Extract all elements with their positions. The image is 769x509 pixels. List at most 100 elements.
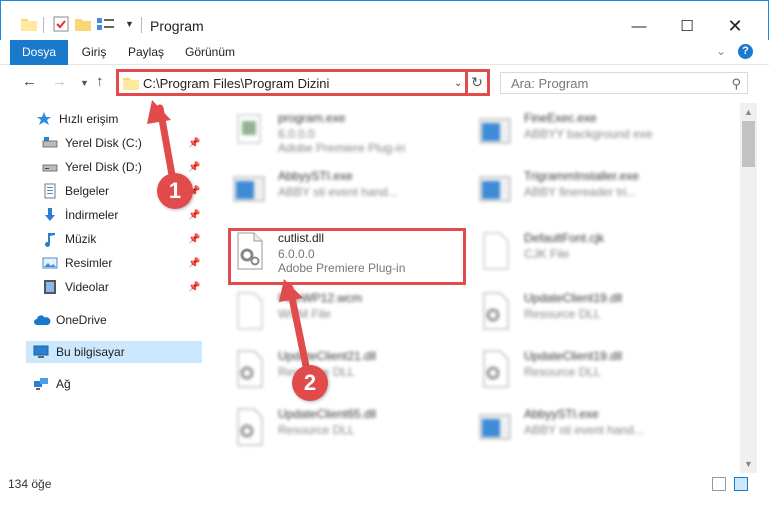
file-name: UpdateClient19.dll (524, 291, 623, 305)
scroll-up-icon[interactable]: ▲ (744, 107, 753, 117)
help-icon[interactable]: ? (738, 44, 753, 59)
dll-file-icon (478, 349, 512, 389)
list-item[interactable]: program.exe 6.0.0.0 Adobe Premiere Plug-… (232, 107, 472, 161)
pin-icon[interactable]: 📌 (188, 258, 200, 269)
scroll-down-icon[interactable]: ▼ (744, 459, 753, 469)
quick-access-toolbar-icon[interactable] (97, 15, 115, 33)
music-icon (42, 231, 58, 247)
sidebar-item-label: Yerel Disk (D:) (65, 160, 142, 174)
file-description: CJK File (524, 247, 570, 261)
sidebar-item-label: Hızlı erişim (59, 112, 119, 126)
list-item[interactable]: FineWP12.wcm WCM File (232, 287, 472, 341)
sidebar-item-downloads[interactable]: İndirmeler (42, 204, 118, 226)
scrollbar-thumb[interactable] (742, 121, 755, 167)
star-icon (36, 111, 52, 127)
ribbon-tabs: Dosya Giriş Paylaş Görünüm ⌄ ? (0, 40, 769, 65)
folder-icon (21, 15, 37, 33)
details-view-icon[interactable] (712, 477, 726, 491)
window-title: Program (150, 18, 204, 34)
list-item[interactable]: UpdateClient19.dll Resource DLL (478, 345, 718, 399)
new-folder-icon[interactable] (75, 15, 91, 33)
expand-ribbon-chevron-icon[interactable]: ⌄ (716, 44, 726, 58)
tab-share[interactable]: Paylaş (126, 40, 166, 65)
sidebar-item-label: Videolar (65, 280, 109, 294)
exe-file-icon (478, 169, 512, 209)
file-description: Adobe Premiere Plug-in (278, 141, 406, 155)
list-item[interactable]: AbbyySTI.exe ABBY sti event hand... (478, 403, 718, 457)
exe-file-icon (232, 111, 266, 151)
search-input[interactable]: Ara: Program (511, 76, 588, 91)
exe-file-icon (232, 169, 266, 209)
pin-icon[interactable]: 📌 (188, 138, 200, 149)
title-bar: ▼ Program — ☐ ✕ (0, 0, 769, 40)
address-bar[interactable]: C:\Program Files\Program Dizini ⌄ (116, 69, 468, 96)
address-history-chevron-icon[interactable]: ⌄ (454, 78, 462, 89)
sidebar-item-label: Ağ (56, 377, 71, 391)
step-badge-1: 1 (157, 173, 193, 209)
file-name: AbbyySTI.exe (524, 407, 599, 421)
file-name: UpdateClient19.dll (524, 349, 623, 363)
sidebar-item-network[interactable]: Ağ (33, 373, 71, 395)
up-arrow-icon[interactable]: ↑ (96, 73, 104, 90)
pin-icon[interactable]: 📌 (188, 210, 200, 221)
tab-home[interactable]: Giriş (78, 40, 110, 65)
list-item[interactable]: UpdateClient65.dll Resource DLL (232, 403, 472, 457)
sidebar-item-quick-access[interactable]: Hızlı erişim (36, 108, 118, 130)
forward-arrow-icon[interactable]: → (52, 73, 67, 90)
pictures-icon (42, 255, 58, 271)
network-icon (33, 376, 49, 392)
customize-toolbar-chevron-down-icon[interactable]: ▼ (125, 15, 134, 33)
list-item[interactable]: UpdateClient19.dll Resource DLL (478, 287, 718, 341)
list-item[interactable]: TrigrammInstaller.exe ABBY finereader tr… (478, 165, 718, 219)
tab-file[interactable]: Dosya (10, 40, 68, 65)
sidebar-item-local-disk-c[interactable]: Yerel Disk (C:) (42, 132, 142, 154)
status-bar: 134 öğe (0, 473, 769, 497)
sidebar-item-documents[interactable]: Belgeler (42, 180, 109, 202)
navigation-pane: Hızlı erişim Yerel Disk (C:) 📌 Yerel Dis… (0, 103, 210, 473)
drive-icon (42, 135, 58, 151)
refresh-icon[interactable]: ↻ (466, 69, 490, 96)
videos-icon (42, 279, 58, 295)
tiles-view-icon[interactable] (734, 477, 748, 491)
sidebar-item-label: OneDrive (56, 313, 107, 327)
list-item[interactable]: UpdateClient21.dll Resource DLL (232, 345, 472, 399)
dll-file-icon (232, 349, 266, 389)
minimize-button[interactable]: — (616, 11, 662, 41)
maximize-button[interactable]: ☐ (664, 11, 710, 41)
sidebar-item-videos[interactable]: Videolar (42, 276, 109, 298)
file-description: ABBY finereader tri... (524, 185, 637, 199)
separator (141, 17, 142, 33)
sidebar-item-pictures[interactable]: Resimler (42, 252, 112, 274)
sidebar-item-local-disk-d[interactable]: Yerel Disk (D:) (42, 156, 142, 178)
search-icon: ⚲ (731, 76, 741, 91)
dll-file-icon (232, 407, 266, 447)
drive-icon (42, 159, 58, 175)
list-item[interactable]: FineExec.exe ABBYY background exe (478, 107, 718, 161)
address-path[interactable]: C:\Program Files\Program Dizini (143, 76, 329, 91)
list-item[interactable]: AbbyySTI.exe ABBY sti event hand... (232, 165, 472, 219)
properties-check-icon[interactable] (53, 15, 69, 33)
sidebar-item-music[interactable]: Müzik (42, 228, 96, 250)
exe-file-icon (478, 111, 512, 151)
file-icon (478, 231, 512, 271)
pin-icon[interactable]: 📌 (188, 234, 200, 245)
close-button[interactable]: ✕ (712, 11, 758, 41)
file-version: 6.0.0.0 (278, 127, 315, 141)
file-name: FineExec.exe (524, 111, 597, 125)
recent-locations-chevron-icon[interactable]: ▼ (80, 78, 89, 88)
tab-view[interactable]: Görünüm (184, 40, 236, 65)
pin-icon[interactable]: 📌 (188, 162, 200, 173)
file-description: ABBY sti event hand... (524, 423, 644, 437)
file-name: DefaultFont.cjk (524, 231, 605, 245)
sidebar-item-onedrive[interactable]: OneDrive (33, 309, 107, 331)
cloud-icon (33, 312, 51, 328)
vertical-scrollbar[interactable]: ▲ ▼ (740, 103, 757, 473)
list-item[interactable]: DefaultFont.cjk CJK File (478, 227, 718, 281)
back-arrow-icon[interactable]: ← (22, 73, 37, 90)
folder-icon (123, 76, 139, 93)
pin-icon[interactable]: 📌 (188, 282, 200, 293)
sidebar-item-this-pc[interactable]: Bu bilgisayar (26, 341, 202, 363)
search-box[interactable]: Ara: Program ⚲ (500, 72, 748, 94)
file-description: Resource DLL (278, 423, 355, 437)
step-badge-2: 2 (292, 365, 328, 401)
